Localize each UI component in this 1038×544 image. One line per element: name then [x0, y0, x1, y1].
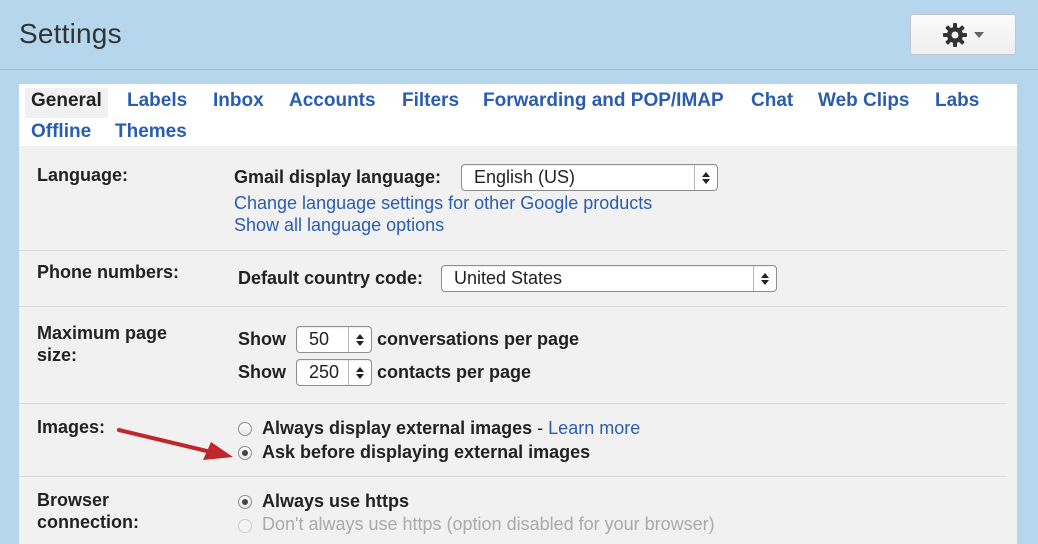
- always-display-images-label: Always display external images - Learn m…: [262, 418, 641, 438]
- tab-offline[interactable]: Offline: [31, 121, 91, 143]
- conversations-per-page-select[interactable]: 50: [296, 326, 372, 353]
- ask-before-displaying-radio[interactable]: [238, 446, 252, 460]
- display-language-label: Gmail display language:: [234, 167, 442, 187]
- show-label: Show: [238, 362, 286, 382]
- display-language-value: English (US): [474, 167, 576, 187]
- tab-inbox[interactable]: Inbox: [213, 90, 264, 112]
- show-label: Show: [238, 329, 286, 349]
- country-code-select[interactable]: United States: [441, 265, 777, 292]
- tab-web-clips[interactable]: Web Clips: [818, 90, 910, 112]
- phone-numbers-label: Phone numbers:: [37, 262, 180, 282]
- images-label: Images:: [37, 417, 106, 437]
- always-use-https-label: Always use https: [262, 491, 410, 511]
- tab-labels[interactable]: Labels: [127, 90, 187, 112]
- tab-forwarding-pop-imap[interactable]: Forwarding and POP/IMAP: [483, 90, 724, 112]
- row-divider: [19, 476, 1007, 477]
- row-divider: [19, 403, 1007, 404]
- row-divider: [19, 250, 1007, 251]
- row-divider: [19, 306, 1007, 307]
- gear-icon: [943, 22, 967, 47]
- tab-themes[interactable]: Themes: [115, 121, 187, 143]
- always-use-https-radio[interactable]: [238, 495, 252, 509]
- tab-filters[interactable]: Filters: [402, 90, 459, 112]
- default-country-code-label: Default country code:: [238, 268, 424, 288]
- max-page-size-label-line1: Maximum page: [37, 323, 168, 343]
- learn-more-link[interactable]: Learn more: [548, 418, 640, 438]
- tab-general[interactable]: General: [25, 88, 108, 118]
- contacts-per-page-label: contacts per page: [377, 362, 532, 382]
- tab-accounts[interactable]: Accounts: [289, 90, 376, 112]
- conversations-per-page-label: conversations per page: [377, 329, 580, 349]
- conversations-per-page-value: 50: [309, 329, 330, 349]
- select-arrows-icon: [694, 165, 717, 190]
- dont-always-use-https-label: Don't always use https (option disabled …: [262, 514, 715, 534]
- select-arrows-icon: [348, 327, 371, 352]
- show-all-language-options-link[interactable]: Show all language options: [234, 215, 444, 236]
- chevron-down-icon: [974, 32, 984, 38]
- tab-chat[interactable]: Chat: [751, 90, 793, 112]
- language-label: Language:: [37, 165, 129, 185]
- change-language-settings-link[interactable]: Change language settings for other Googl…: [234, 193, 652, 214]
- tab-labs[interactable]: Labs: [935, 90, 979, 112]
- header-divider: [0, 69, 1038, 70]
- contacts-per-page-select[interactable]: 250: [296, 359, 372, 386]
- contacts-per-page-value: 250: [309, 362, 339, 382]
- country-code-value: United States: [454, 268, 563, 288]
- settings-panel: General Labels Inbox Accounts Filters Fo…: [19, 84, 1017, 544]
- select-arrows-icon: [348, 360, 371, 385]
- red-arrow-annotation: [117, 428, 233, 460]
- browser-connection-label-line1: Browser: [37, 490, 110, 510]
- browser-connection-label-line2: connection:: [37, 512, 139, 532]
- page-title: Settings: [19, 18, 122, 49]
- max-page-size-label-line2: size:: [37, 345, 78, 365]
- always-display-images-radio[interactable]: [238, 422, 252, 436]
- settings-menu-button[interactable]: [910, 14, 1016, 55]
- display-language-select[interactable]: English (US): [461, 164, 718, 191]
- select-arrows-icon: [753, 266, 776, 291]
- settings-tabs: General Labels Inbox Accounts Filters Fo…: [19, 84, 1017, 146]
- ask-before-displaying-label: Ask before displaying external images: [262, 442, 591, 462]
